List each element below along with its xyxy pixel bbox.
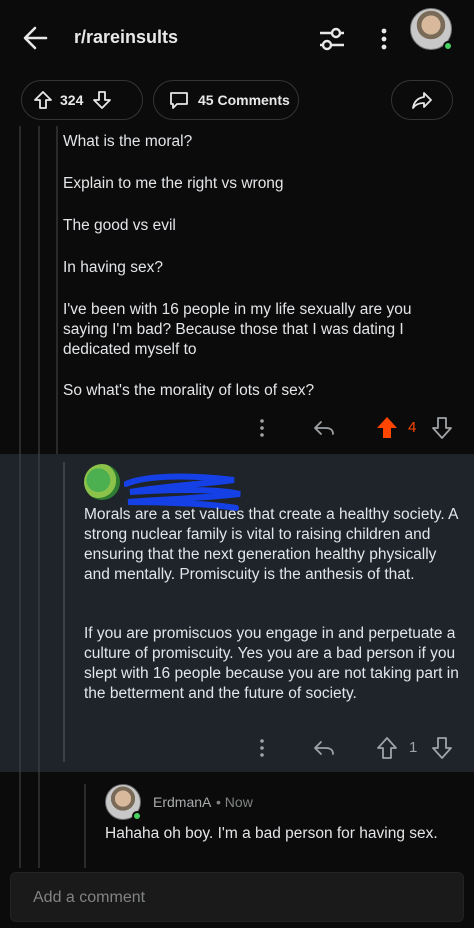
comment-actions: 4 — [0, 414, 474, 444]
comment-actions: 1 — [0, 734, 474, 764]
thread-line — [84, 784, 86, 868]
thread-line — [63, 462, 65, 762]
downvote-icon[interactable] — [430, 414, 454, 442]
post-action-bar: 324 45 Comments — [0, 76, 474, 126]
commenter-avatar — [84, 464, 120, 500]
upvote-icon[interactable] — [32, 89, 54, 111]
thread-line — [56, 126, 58, 454]
comment-paragraph: If you are promiscuos you engage in and … — [84, 625, 459, 702]
downvote-icon[interactable] — [430, 734, 454, 762]
upvote-icon[interactable] — [375, 734, 399, 762]
more-vertical-icon[interactable] — [374, 24, 394, 54]
comment-timestamp: • Now — [216, 794, 253, 810]
thread-line — [38, 454, 40, 772]
comment-paragraph: I've been with 16 people in my life sexu… — [63, 301, 412, 358]
user-avatar[interactable] — [410, 8, 454, 52]
reply-icon[interactable] — [312, 734, 336, 762]
upvote-icon[interactable] — [375, 414, 399, 442]
vote-count: 324 — [60, 92, 84, 108]
vote-control: 324 — [21, 80, 143, 120]
more-vertical-icon[interactable] — [250, 414, 274, 442]
commenter-avatar — [105, 784, 143, 822]
comment-score: 1 — [409, 739, 418, 756]
redacted-username — [123, 472, 242, 511]
comment-paragraph: In having sex? — [63, 259, 163, 276]
comments-label: 45 Comments — [198, 92, 290, 108]
share-button[interactable] — [391, 80, 453, 120]
add-comment-input[interactable]: Add a comment — [10, 872, 464, 922]
comment-username[interactable]: ErdmanA — [153, 794, 211, 810]
thread-line — [19, 454, 21, 772]
share-icon — [410, 89, 434, 111]
comment-score: 4 — [408, 419, 417, 436]
comments-button[interactable]: 45 Comments — [153, 80, 299, 120]
filter-icon[interactable] — [316, 24, 348, 54]
comment-body: Hahaha oh boy. I'm a bad person for havi… — [105, 825, 438, 842]
comment-paragraph: What is the moral? — [63, 133, 193, 150]
subreddit-title[interactable]: r/rareinsults — [74, 27, 178, 48]
reply-icon[interactable] — [312, 414, 336, 442]
more-vertical-icon[interactable] — [250, 734, 274, 762]
back-arrow-icon[interactable] — [20, 22, 52, 54]
online-status-dot — [132, 811, 142, 821]
comment-bubble-icon — [168, 89, 190, 111]
online-status-dot — [443, 41, 453, 51]
comment-paragraph: Explain to me the right vs wrong — [63, 175, 284, 192]
top-bar: r/rareinsults — [0, 0, 474, 76]
downvote-icon[interactable] — [91, 89, 113, 111]
comment-paragraph: The good vs evil — [63, 217, 176, 234]
comment-paragraph: So what's the morality of lots of sex? — [63, 382, 315, 399]
comment-paragraph: Morals are a set values that create a he… — [84, 506, 458, 583]
